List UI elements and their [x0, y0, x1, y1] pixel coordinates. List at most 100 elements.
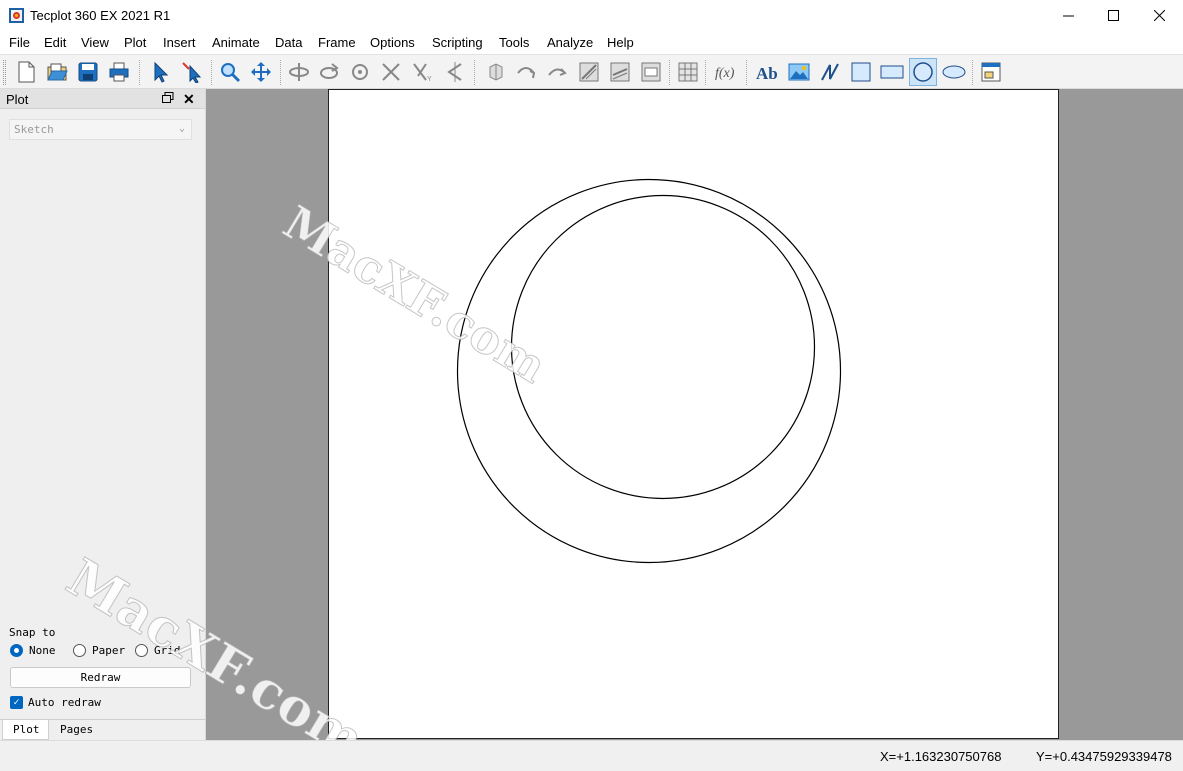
grid-icon	[678, 62, 698, 82]
snap-paper-radio[interactable]: Paper	[73, 644, 125, 657]
maximize-icon	[1107, 10, 1119, 21]
extract-icon	[548, 68, 567, 76]
isosurface-button[interactable]	[637, 58, 665, 86]
print-button[interactable]	[105, 58, 133, 86]
close-button[interactable]	[1136, 0, 1182, 31]
menu-animate[interactable]: Animate	[212, 35, 260, 50]
reflect-button[interactable]	[440, 58, 468, 86]
contour-icon	[579, 62, 599, 82]
grid-button[interactable]	[674, 58, 702, 86]
tab-plot[interactable]: Plot	[2, 720, 49, 740]
menu-plot[interactable]: Plot	[124, 35, 146, 50]
redraw-button[interactable]: Redraw	[10, 667, 191, 688]
plot-sidebar: Plot ✕ Sketch ⌄ Snap to None Paper Grid …	[0, 89, 206, 740]
radio-selected-icon	[10, 644, 23, 657]
chevron-down-icon: ⌄	[178, 123, 185, 134]
rotate-x-button[interactable]	[285, 58, 313, 86]
toolbar-separator	[669, 60, 670, 85]
menu-insert[interactable]: Insert	[163, 35, 196, 50]
contour-button[interactable]	[575, 58, 603, 86]
adjustor-button[interactable]	[178, 58, 206, 86]
rotate-xz-button[interactable]: Y	[408, 58, 436, 86]
menu-data[interactable]: Data	[275, 35, 302, 50]
tab-pages[interactable]: Pages	[50, 720, 100, 740]
frame-icon	[981, 62, 1001, 82]
rotate-y-button[interactable]	[315, 58, 343, 86]
probe-button[interactable]	[512, 58, 540, 86]
outer-circle-shape[interactable]	[456, 178, 842, 564]
auto-redraw-checkbox[interactable]: ✓ Auto redraw	[10, 696, 101, 709]
square-button[interactable]	[847, 58, 875, 86]
snap-none-radio[interactable]: None	[10, 644, 56, 657]
inner-circle-shape[interactable]	[510, 194, 816, 500]
menu-tools[interactable]: Tools	[499, 35, 529, 50]
title-bar: Tecplot 360 EX 2021 R1	[0, 0, 1183, 31]
slice-button[interactable]	[482, 58, 510, 86]
menu-bar: File Edit View Plot Insert Animate Data …	[0, 31, 1183, 54]
mouse-mode-select[interactable]: Sketch ⌄	[9, 119, 192, 140]
extract-button[interactable]	[543, 58, 571, 86]
rotate-z-icon	[352, 64, 368, 80]
float-icon[interactable]	[162, 92, 174, 104]
menu-file[interactable]: File	[9, 35, 30, 50]
rotate-z-button[interactable]	[346, 58, 374, 86]
frame-button[interactable]	[977, 58, 1005, 86]
minimize-button[interactable]	[1045, 0, 1091, 31]
menu-analyze[interactable]: Analyze	[547, 35, 593, 50]
function-icon: f(x)	[715, 66, 735, 81]
open-layout-button[interactable]	[43, 58, 71, 86]
isosurface-icon	[641, 62, 661, 82]
minimize-icon	[1062, 15, 1074, 17]
reflect-icon	[447, 62, 462, 82]
workspace-area[interactable]	[206, 89, 1183, 740]
snap-grid-label: Grid	[154, 644, 181, 657]
sidebar-title: Plot	[6, 92, 29, 107]
menu-edit[interactable]: Edit	[44, 35, 66, 50]
rotate-x-icon	[289, 63, 309, 81]
new-layout-button[interactable]	[12, 58, 40, 86]
sketch-frame[interactable]	[328, 89, 1059, 739]
toolbar-separator	[139, 60, 140, 85]
menu-options[interactable]: Options	[370, 35, 415, 50]
tecplot-logo-icon	[9, 8, 24, 23]
mouse-mode-value: Sketch	[14, 123, 54, 136]
rotate-xy-button[interactable]	[377, 58, 405, 86]
menu-view[interactable]: View	[81, 35, 109, 50]
toolbar-grip[interactable]	[3, 60, 6, 85]
cursor-y-readout: Y=+0.43475929339478	[1036, 749, 1172, 764]
circle-button[interactable]	[909, 58, 937, 86]
save-button[interactable]	[74, 58, 102, 86]
text-button[interactable]: Ab	[753, 58, 781, 86]
snap-none-label: None	[29, 644, 56, 657]
toolbar-separator	[972, 60, 973, 85]
zoom-button[interactable]	[216, 58, 244, 86]
toolbar-separator	[280, 60, 281, 85]
menu-scripting[interactable]: Scripting	[432, 35, 483, 50]
selector-button[interactable]	[146, 58, 174, 86]
polyline-button[interactable]	[816, 58, 844, 86]
snap-grid-radio[interactable]: Grid	[135, 644, 181, 657]
sidebar-header: Plot ✕	[0, 89, 205, 109]
ellipse-icon	[942, 65, 966, 79]
slice-icon	[489, 63, 503, 81]
menu-help[interactable]: Help	[607, 35, 634, 50]
sidebar-close-icon[interactable]: ✕	[183, 91, 195, 108]
ellipse-button[interactable]	[940, 58, 968, 86]
rotate-xy-icon	[382, 63, 400, 81]
streamtrace-button[interactable]	[606, 58, 634, 86]
maximize-button[interactable]	[1090, 0, 1136, 31]
image-button[interactable]	[785, 58, 813, 86]
function-button[interactable]: f(x)	[712, 58, 740, 86]
circle-icon	[913, 62, 933, 82]
selector-icon	[154, 61, 169, 83]
print-icon	[109, 62, 129, 82]
checkmark-icon: ✓	[10, 696, 23, 709]
main-toolbar: Y f(x) Ab	[0, 54, 1183, 89]
translate-button[interactable]	[247, 58, 275, 86]
rectangle-button[interactable]	[878, 58, 906, 86]
menu-frame[interactable]: Frame	[318, 35, 356, 50]
rotate-xz-icon: Y	[413, 63, 432, 83]
svg-text:Ab: Ab	[756, 64, 778, 83]
frame-canvas[interactable]	[329, 90, 1058, 738]
close-icon	[1153, 10, 1165, 21]
